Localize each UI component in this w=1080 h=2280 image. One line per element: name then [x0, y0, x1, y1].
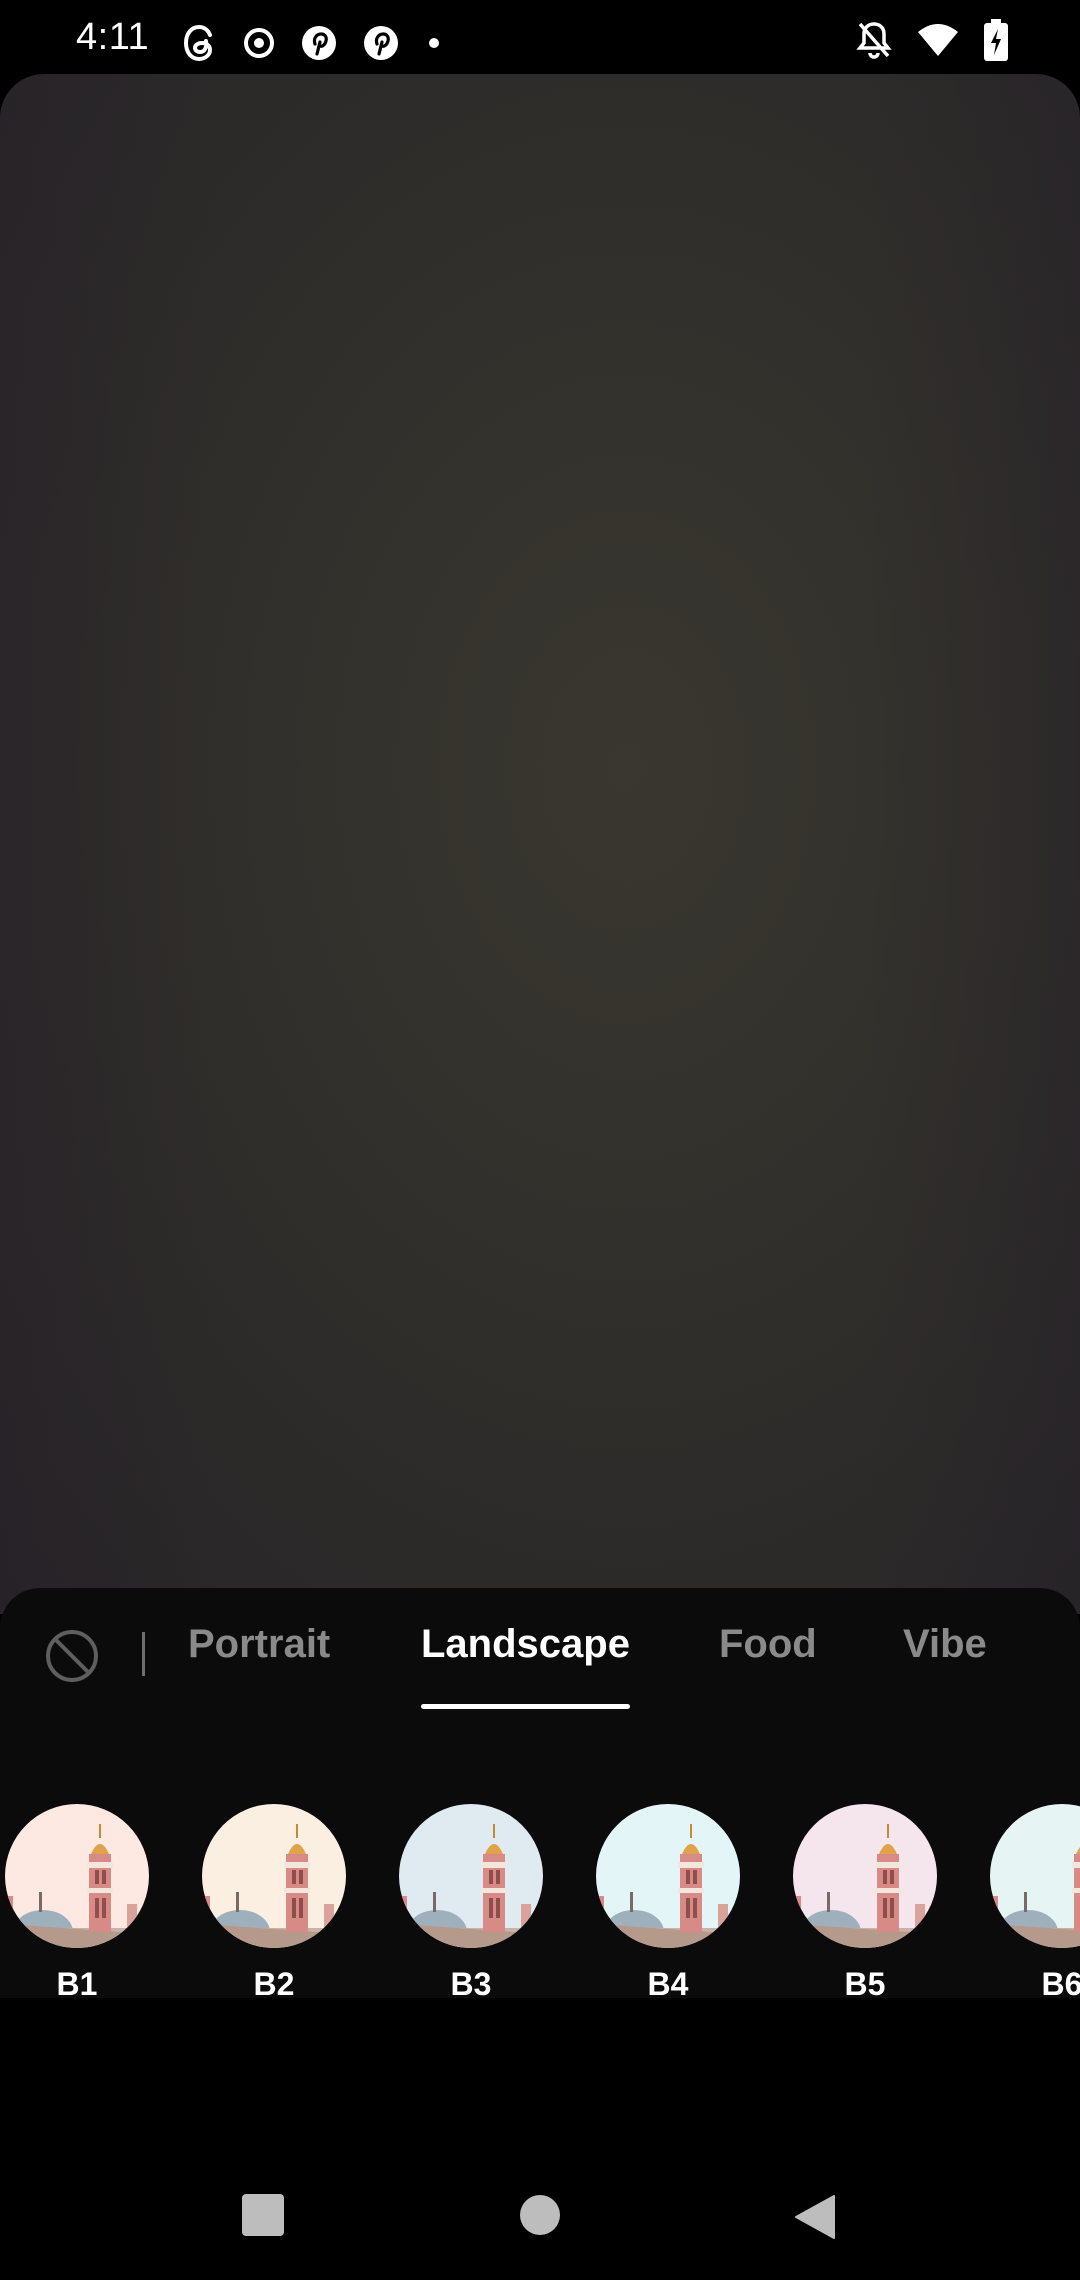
tab-food[interactable]: Food — [719, 1622, 817, 1667]
preset-b2[interactable]: B2 — [202, 1804, 346, 2003]
tab-portrait[interactable]: Portrait — [188, 1622, 330, 1667]
home-circle-icon[interactable] — [519, 2194, 561, 2241]
tab-vibe[interactable]: Vibe — [903, 1622, 987, 1667]
pinterest-icon — [300, 24, 338, 62]
camera-viewfinder[interactable] — [0, 74, 1080, 1614]
no-filter-icon[interactable] — [44, 1628, 100, 1684]
preset-thumbnail — [793, 1804, 937, 1948]
battery-charging-icon — [984, 18, 1008, 66]
pinterest-icon — [362, 24, 400, 62]
tab-landscape[interactable]: Landscape — [421, 1622, 630, 1667]
preset-label: B2 — [253, 1966, 295, 2002]
status-time: 4:11 — [76, 16, 150, 58]
preset-thumbnail — [202, 1804, 346, 1948]
back-triangle-icon[interactable] — [794, 2194, 836, 2245]
preset-b4[interactable]: B4 — [596, 1804, 740, 2003]
bell-off-icon — [856, 20, 892, 65]
preset-list[interactable]: B1 B2 B3 B4 B5 B6 — [0, 1804, 1080, 2004]
navigation-bar — [0, 2140, 1080, 2280]
preset-thumbnail — [399, 1804, 543, 1948]
preset-label: B1 — [56, 1966, 98, 2002]
preset-label: B5 — [844, 1966, 886, 2002]
status-system-icons — [856, 18, 1008, 66]
preset-label: B6 — [1041, 1966, 1080, 2002]
dot-icon — [424, 33, 444, 53]
wifi-icon — [916, 22, 960, 63]
filter-panel: Portrait Landscape Food Vibe B1 B2 B3 B4… — [0, 1588, 1080, 2002]
preset-b6[interactable]: B6 — [990, 1804, 1080, 2003]
preset-label: B4 — [647, 1966, 689, 2002]
circle-dot-icon — [242, 26, 276, 60]
active-tab-indicator — [421, 1704, 630, 1709]
preset-label: B3 — [450, 1966, 492, 2002]
threads-icon — [182, 23, 218, 63]
preset-b3[interactable]: B3 — [399, 1804, 543, 2003]
preset-b5[interactable]: B5 — [793, 1804, 937, 2003]
status-notification-icons — [182, 20, 444, 66]
tab-divider — [142, 1632, 145, 1676]
preset-thumbnail — [5, 1804, 149, 1948]
recents-square-icon[interactable] — [242, 2194, 284, 2241]
status-bar: 4:11 — [0, 0, 1080, 80]
preset-b1[interactable]: B1 — [5, 1804, 149, 2003]
preset-thumbnail — [990, 1804, 1080, 1948]
preset-thumbnail — [596, 1804, 740, 1948]
